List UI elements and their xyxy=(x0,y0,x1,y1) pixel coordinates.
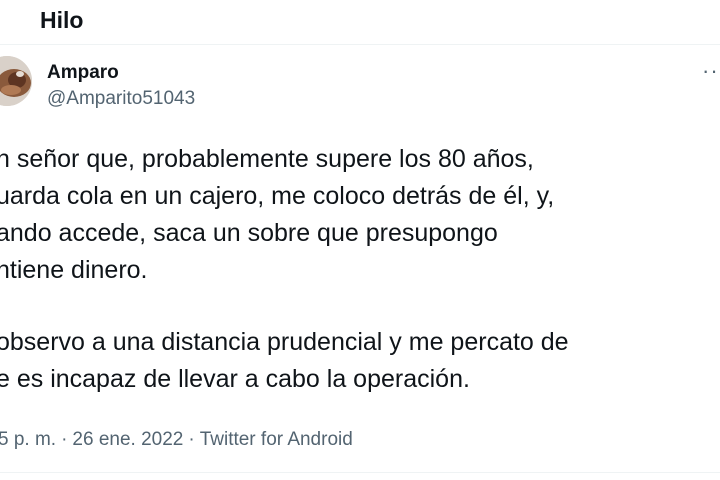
tweet-line: n señor que, probablemente supere los 80… xyxy=(0,145,534,173)
tweet-text: n señor que, probablemente supere los 80… xyxy=(0,141,720,398)
tweet-line: ntiene dinero. xyxy=(0,256,148,284)
meta-separator: · xyxy=(61,429,68,450)
tweet-line: e es incapaz de llevar a cabo la operaci… xyxy=(0,365,470,393)
tweet-metadata: 5 p. m. · 26 ene. 2022 · Twitter for Android xyxy=(0,428,353,452)
meta-separator: · xyxy=(188,429,195,450)
avatar-photo xyxy=(0,56,32,106)
tweet-time-link[interactable]: 5 p. m. xyxy=(0,429,56,450)
author-name[interactable]: Amparo xyxy=(47,62,119,84)
tweet-line: ando accede, saca un sobre que presupong… xyxy=(0,219,498,247)
tweet-line: uarda cola en un cajero, me coloco detrá… xyxy=(0,182,555,210)
page-title: Hilo xyxy=(40,7,84,33)
tweet-paragraph: n señor que, probablemente supere los 80… xyxy=(0,141,720,289)
tweet-source-link[interactable]: Twitter for Android xyxy=(200,429,353,450)
tweet-line: observo a una distancia prudencial y me … xyxy=(0,328,569,356)
author-handle[interactable]: @Amparito51043 xyxy=(47,88,195,110)
more-options-button[interactable]: ··· xyxy=(702,58,720,86)
tweet-paragraph: observo a una distancia prudencial y me … xyxy=(0,324,720,398)
avatar[interactable] xyxy=(0,56,32,106)
tweet-date-link[interactable]: 26 ene. 2022 xyxy=(72,429,183,450)
header-divider xyxy=(0,44,720,45)
more-horizontal-icon: ··· xyxy=(702,58,720,83)
bottom-divider xyxy=(0,472,720,473)
